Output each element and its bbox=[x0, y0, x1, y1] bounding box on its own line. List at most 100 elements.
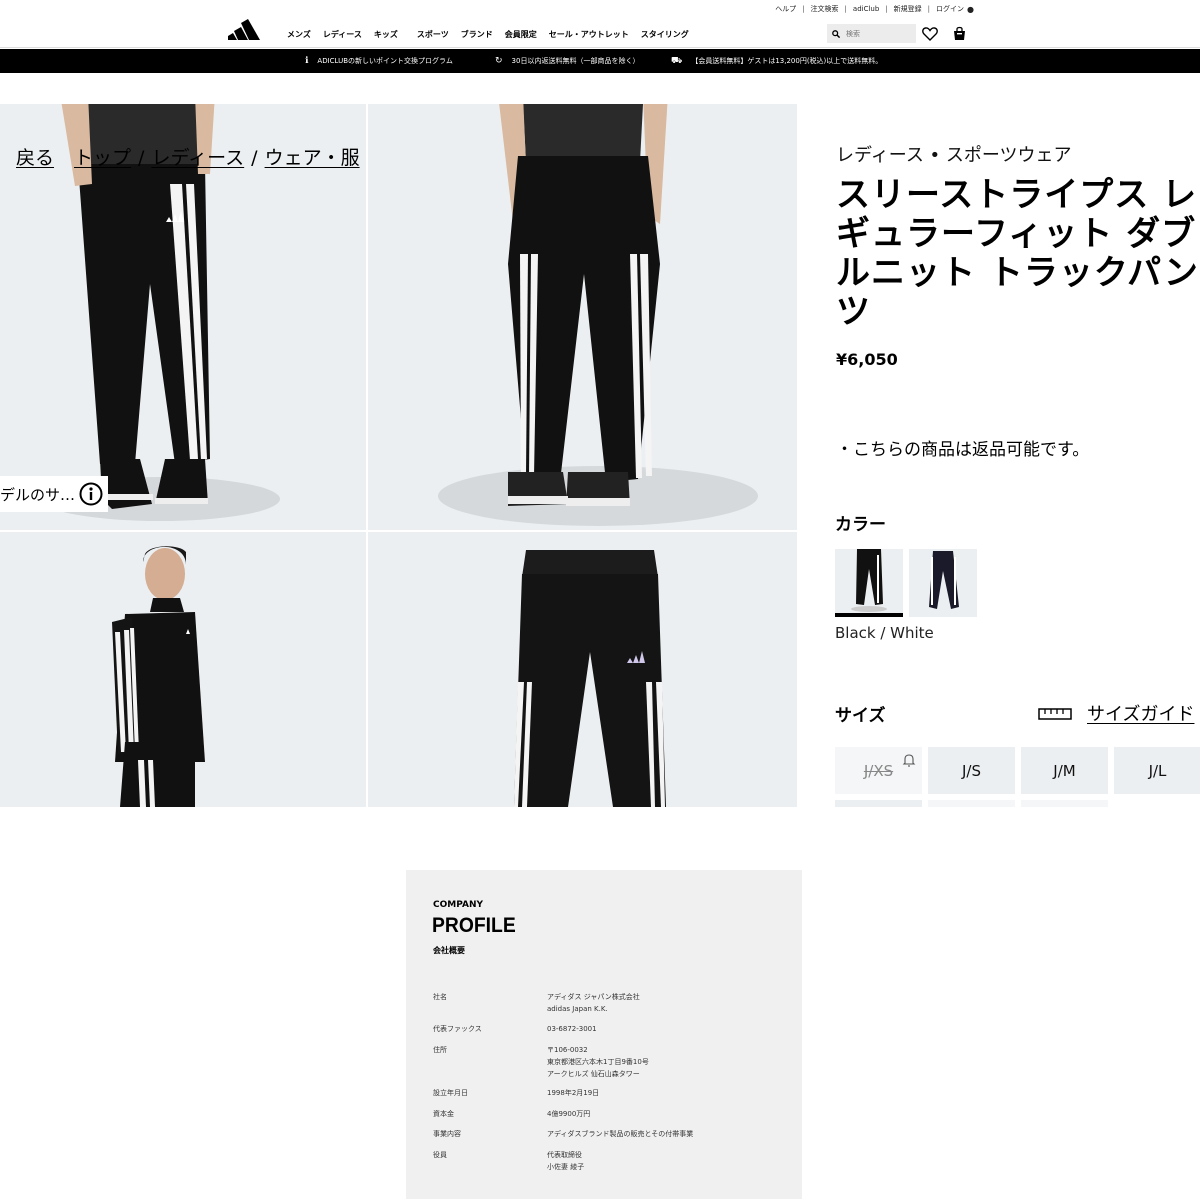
size-button-js[interactable]: J/S bbox=[928, 747, 1015, 794]
product-price: ¥6,050 bbox=[836, 350, 898, 369]
promo-text: ADICLUBの新しいポイント交換プログラム bbox=[317, 57, 453, 65]
size-label: J/M bbox=[1053, 761, 1076, 780]
nav-kids[interactable]: キッズ bbox=[374, 29, 398, 40]
nav-brands[interactable]: ブランド bbox=[461, 29, 493, 40]
promo-bar: ℹ ADICLUBの新しいポイント交換プログラム ↻ 30日以内返送料無料（一部… bbox=[0, 49, 1200, 73]
promo-text: 【会員送料無料】ゲストは13,200円(税込)以上で送料無料。 bbox=[691, 57, 883, 65]
login-link[interactable]: ログイン bbox=[936, 4, 964, 14]
model-info-text: デルのサ… bbox=[0, 485, 76, 504]
size-label: J/S bbox=[962, 761, 981, 780]
utility-bar: ヘルプ | 注文検索 | adiClub | 新規登録 | ログイン ● bbox=[775, 4, 974, 14]
product-gallery: 戻る トップ / レディース / ウェア・服 デルのサ… bbox=[0, 104, 797, 807]
profile-value: アディダス ジャパン株式会社 adidas Japan K.K. bbox=[547, 991, 767, 1015]
swatch-image bbox=[929, 551, 959, 609]
breadcrumb-separator: / bbox=[138, 147, 145, 169]
size-button-partial[interactable] bbox=[928, 800, 1015, 807]
promo-item-returns[interactable]: ↻ 30日以内返送料無料（一部商品を除く） bbox=[495, 49, 639, 73]
nav-styling[interactable]: スタイリング bbox=[641, 29, 689, 40]
value-line: 東京都港区六本木1丁目9番10号 bbox=[547, 1058, 649, 1066]
size-button-jl[interactable]: J/L bbox=[1114, 747, 1200, 794]
value-line: 1998年2月19日 bbox=[547, 1089, 600, 1097]
color-heading: カラー bbox=[835, 515, 886, 535]
profile-value: 1998年2月19日 bbox=[547, 1087, 767, 1099]
breadcrumb-separator: / bbox=[251, 147, 258, 169]
wishlist-heart-icon[interactable] bbox=[922, 26, 938, 41]
profile-value: 代表取締役 小佐妻 綾子 bbox=[547, 1149, 767, 1173]
value-line: 代表取締役 bbox=[547, 1151, 582, 1159]
nav-womens[interactable]: レディース bbox=[323, 29, 362, 40]
profile-label: 住所 bbox=[433, 1046, 447, 1054]
value-line: 03-6872-3001 bbox=[547, 1025, 597, 1033]
person-icon[interactable]: ● bbox=[967, 5, 974, 14]
value-line: 小佐妻 綾子 bbox=[547, 1163, 585, 1171]
notify-bell-icon[interactable] bbox=[902, 753, 916, 767]
pants-flat-image bbox=[514, 550, 666, 807]
product-image-back[interactable] bbox=[368, 104, 797, 530]
value-line: 4億9900万円 bbox=[547, 1110, 591, 1118]
value-line: アディダスブランド製品の販売とその付帯事業 bbox=[547, 1130, 694, 1138]
adiclub-link[interactable]: adiClub bbox=[853, 5, 879, 13]
nav-sale[interactable]: セール・アウトレット bbox=[549, 29, 629, 40]
truck-icon: ⛟ bbox=[671, 55, 683, 66]
search-input[interactable] bbox=[846, 29, 906, 38]
value-line: 〒106-0032 bbox=[547, 1046, 588, 1054]
breadcrumb-womens[interactable]: レディース bbox=[151, 143, 244, 170]
search-box[interactable] bbox=[827, 24, 916, 43]
product-image-model[interactable] bbox=[0, 532, 366, 807]
product-category: レディース • スポーツウェア bbox=[836, 145, 1072, 166]
company-profile: COMPANY PROFILE 会社概要 社名 アディダス ジャパン株式会社 a… bbox=[406, 870, 802, 1199]
profile-subtitle: 会社概要 bbox=[433, 946, 465, 955]
nav-members[interactable]: 会員限定 bbox=[505, 29, 537, 40]
profile-label: 役員 bbox=[433, 1151, 447, 1159]
return-arrow-icon: ↻ bbox=[495, 56, 503, 66]
color-swatch-black-white[interactable] bbox=[835, 549, 903, 617]
size-label: J/XS bbox=[863, 761, 894, 780]
size-heading: サイズ bbox=[835, 706, 886, 726]
promo-item-shipping[interactable]: ⛟ 【会員送料無料】ゲストは13,200円(税込)以上で送料無料。 bbox=[671, 49, 882, 73]
breadcrumb-top[interactable]: トップ bbox=[74, 143, 131, 170]
profile-label: 事業内容 bbox=[433, 1130, 461, 1138]
value-line: アディダス ジャパン株式会社 bbox=[547, 993, 640, 1001]
profile-label: 設立年月日 bbox=[433, 1089, 468, 1097]
size-label: J/L bbox=[1148, 761, 1167, 780]
profile-value: アディダスブランド製品の販売とその付帯事業 bbox=[547, 1128, 767, 1140]
breadcrumb-apparel[interactable]: ウェア・服 bbox=[265, 143, 360, 170]
order-search-link[interactable]: 注文検索 bbox=[811, 4, 839, 14]
adidas-logo[interactable] bbox=[228, 16, 264, 40]
nav-sports[interactable]: スポーツ bbox=[417, 29, 449, 40]
model-info-box[interactable]: デルのサ… bbox=[0, 476, 108, 512]
size-guide-link[interactable]: サイズガイド bbox=[1087, 700, 1194, 726]
profile-eyebrow: COMPANY bbox=[433, 900, 483, 910]
swatch-image bbox=[851, 549, 887, 612]
size-button-partial[interactable] bbox=[1021, 800, 1108, 807]
info-icon: ℹ bbox=[305, 56, 309, 66]
main-nav: メンズ レディース キッズ スポーツ ブランド 会員限定 セール・アウトレット … bbox=[287, 29, 701, 40]
size-button-jxs[interactable]: J/XS bbox=[835, 747, 922, 794]
color-swatch-black-white-alt[interactable] bbox=[909, 549, 977, 617]
value-line: アークヒルズ 仙石山森タワー bbox=[547, 1070, 640, 1078]
info-circle-icon[interactable] bbox=[79, 482, 103, 506]
cart-bag-icon[interactable] bbox=[953, 26, 966, 41]
value-line: adidas Japan K.K. bbox=[547, 1005, 608, 1013]
promo-text: 30日以内返送料無料（一部商品を除く） bbox=[511, 57, 640, 65]
help-link[interactable]: ヘルプ bbox=[775, 4, 796, 14]
back-link[interactable]: 戻る bbox=[16, 143, 54, 170]
register-link[interactable]: 新規登録 bbox=[894, 4, 922, 14]
nav-mens[interactable]: メンズ bbox=[287, 29, 311, 40]
returns-note: ・こちらの商品は返品可能です。 bbox=[836, 440, 1090, 460]
size-button-jm[interactable]: J/M bbox=[1021, 747, 1108, 794]
profile-title: PROFILE bbox=[432, 914, 516, 937]
profile-label: 資本金 bbox=[433, 1110, 454, 1118]
pants-back-image bbox=[438, 104, 758, 526]
profile-label: 代表ファックス bbox=[433, 1025, 482, 1033]
search-icon bbox=[832, 29, 840, 38]
profile-value: 〒106-0032 東京都港区六本木1丁目9番10号 アークヒルズ 仙石山森タワ… bbox=[547, 1044, 767, 1080]
model-jacket-image bbox=[112, 546, 205, 807]
color-name: Black / White bbox=[835, 624, 934, 642]
ruler-icon[interactable] bbox=[1038, 708, 1072, 720]
size-button-partial[interactable] bbox=[835, 800, 922, 807]
promo-item-adiclub[interactable]: ℹ ADICLUBの新しいポイント交換プログラム bbox=[305, 49, 453, 73]
profile-label: 社名 bbox=[433, 993, 447, 1001]
product-image-flat[interactable] bbox=[368, 532, 797, 807]
header-divider bbox=[0, 47, 1200, 48]
